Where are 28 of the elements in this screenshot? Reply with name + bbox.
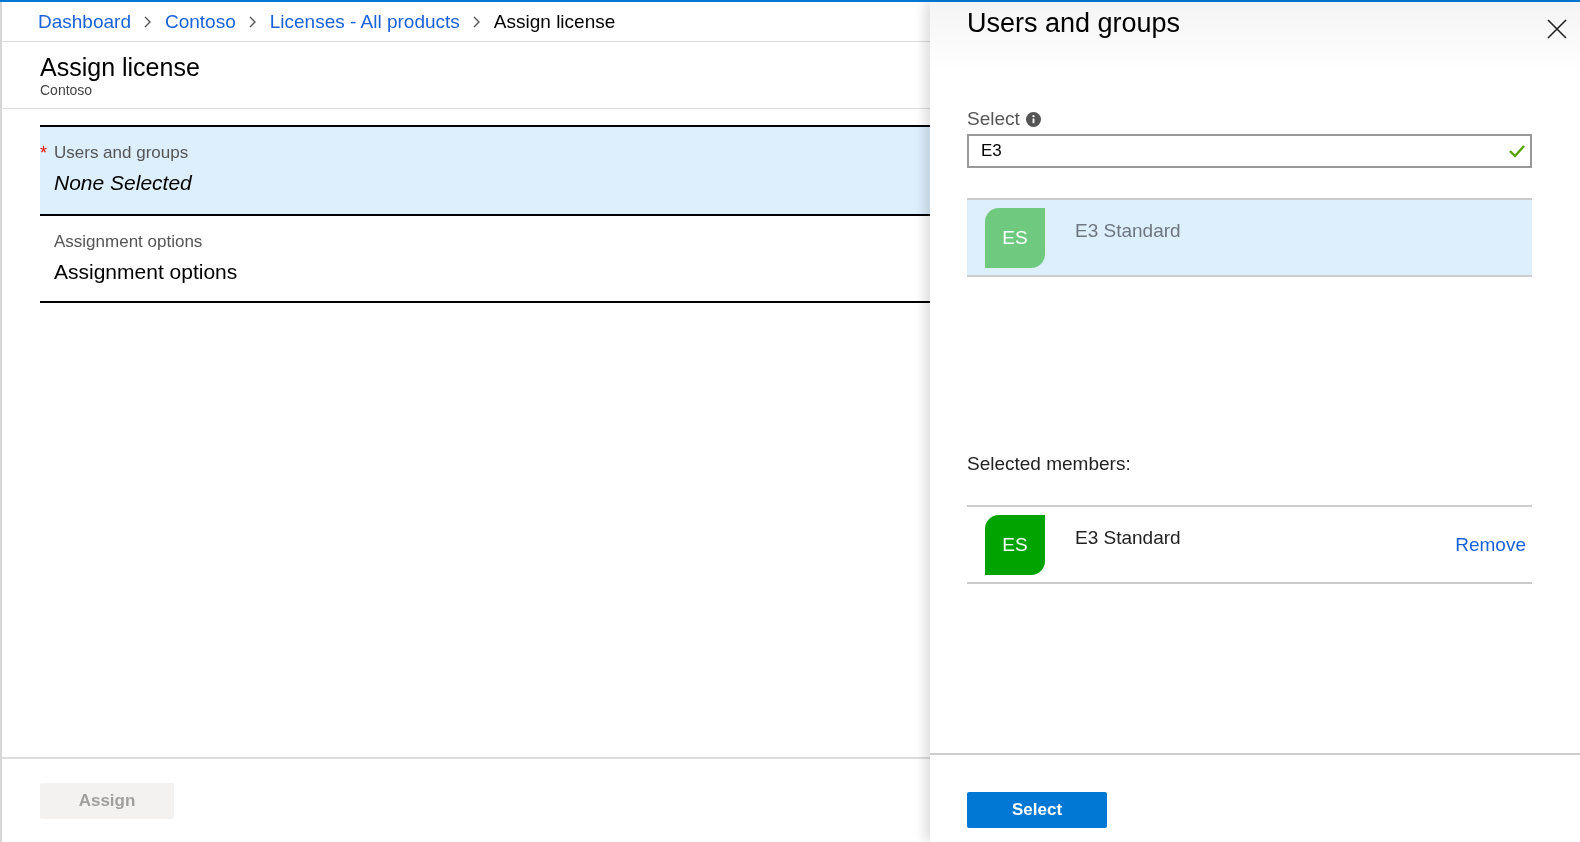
remove-link[interactable]: Remove — [1455, 533, 1526, 556]
panel-title: Users and groups — [967, 8, 1181, 40]
chevron-right-icon — [247, 15, 258, 28]
breadcrumb-current: Assign license — [493, 10, 616, 33]
result-row[interactable]: ES E3 Standard — [967, 198, 1532, 277]
field-label: Assignment options — [54, 232, 204, 252]
avatar: ES — [985, 515, 1045, 575]
breadcrumb-link[interactable]: Contoso — [164, 10, 236, 33]
field-label: Select — [967, 108, 1020, 130]
field-value: Assignment options — [54, 260, 239, 284]
breadcrumb-link[interactable]: Licenses - All products — [269, 10, 460, 33]
section-label: Selected members: — [967, 453, 1132, 475]
select-button[interactable]: Select — [967, 792, 1107, 828]
search-field[interactable]: E3 — [967, 134, 1532, 168]
page-subtitle: Contoso — [40, 82, 94, 98]
breadcrumb-link[interactable]: Dashboard — [38, 10, 131, 33]
form-row[interactable]: Assignment options Assignment options — [40, 214, 930, 303]
form-row[interactable]: * Users and groups None Selected — [40, 125, 930, 214]
info-icon — [1025, 111, 1041, 127]
chevron-right-icon — [142, 15, 153, 28]
chevron-right-icon — [471, 15, 482, 28]
required-asterisk: * — [40, 143, 47, 164]
result-name: E3 Standard — [1075, 220, 1182, 242]
field-label: Users and groups — [54, 143, 190, 163]
member-name: E3 Standard — [1075, 527, 1182, 549]
avatar: ES — [985, 208, 1045, 268]
field-value: None Selected — [54, 171, 193, 195]
page-title: Assign license — [40, 52, 201, 82]
